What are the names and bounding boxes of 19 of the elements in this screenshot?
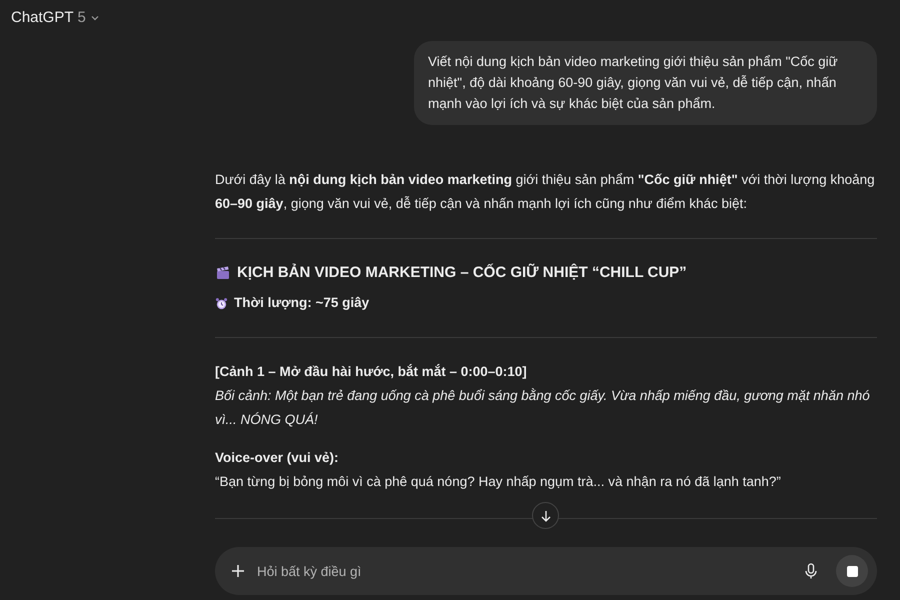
add-button[interactable] xyxy=(229,562,247,580)
voiceover-text: “Bạn từng bị bỏng môi vì cà phê quá nóng? Hay nhấp ngụm trà... và nhận ra nó đã lạnh tanh?” xyxy=(215,473,782,491)
stop-icon xyxy=(846,566,858,576)
scroll-down-button[interactable] xyxy=(532,502,559,529)
scene-heading: [Cảnh 1 – Mở đầu hài hước, bắt mắt – 0:00–0:10] xyxy=(215,363,528,381)
user-message: Viết nội dung kịch bản video marketing giới thiệu sản phẩm "Cốc giữ nhiệt", độ dài khoảng 60-90 giây, giọng văn vui vẻ, dễ tiếp cận, nhấn mạnh vào lợi ích và sự khác biệt của sản phẩm. xyxy=(414,41,877,125)
voiceover-label: Voice-over (vui vẻ): xyxy=(215,449,340,467)
reply-paragraph: Dưới đây là nội dung kịch bản video marketing giới thiệu sản phẩm "Cốc giữ nhiệt" với thời lượng khoảng 60–90 giây, giọng văn vui vẻ, dễ tiếp cận và nhấn mạnh lợi ích cũng như điểm khác biệt: xyxy=(215,171,876,213)
app-title[interactable]: ChatGPT xyxy=(11,9,74,26)
duration-label: Thời lượng: ~75 giây xyxy=(234,294,370,312)
alarm-clock-icon xyxy=(215,296,228,310)
clapperboard-icon xyxy=(215,265,231,281)
stop-button[interactable] xyxy=(836,555,868,587)
script-title: KỊCH BẢN VIDEO MARKETING – CỐC GIỮ NHIỆT “CHILL CUP” xyxy=(237,262,687,283)
scene-description: Bối cảnh: Một bạn trẻ đang uống cà phê buổi sáng bằng cốc giấy. Vừa nhấp miếng đầu, gương mặt nhăn nhó vì... NÓNG QUÁ! xyxy=(215,387,871,429)
composer-field[interactable]: Hỏi bất kỳ điều gì xyxy=(215,547,877,595)
message-input-field[interactable]: Hỏi bất kỳ điều gì xyxy=(257,564,792,578)
model-version[interactable]: 5 xyxy=(78,9,86,26)
arrow-down-icon xyxy=(538,508,552,522)
